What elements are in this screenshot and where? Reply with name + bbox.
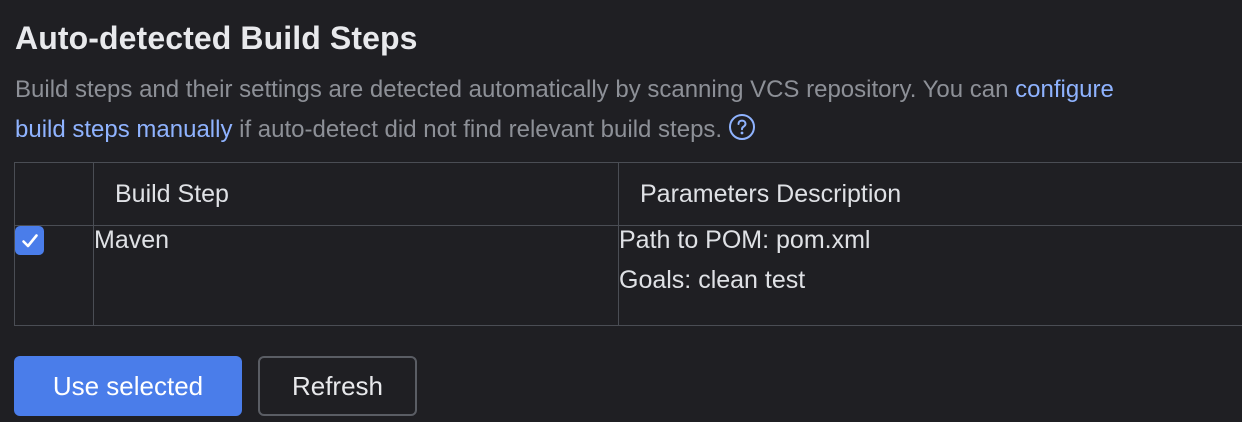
refresh-button[interactable]: Refresh	[258, 356, 417, 416]
build-steps-table: Build Step Parameters Description Maven …	[14, 162, 1242, 326]
column-header-select	[14, 162, 94, 226]
param-pom-path: Path to POM: pom.xml	[619, 226, 871, 254]
use-selected-button[interactable]: Use selected	[14, 356, 242, 416]
description: Build steps and their settings are detec…	[15, 70, 1242, 150]
description-prefix: Build steps and their settings are detec…	[15, 76, 1016, 103]
description-line-2: build steps manually if auto-detect did …	[15, 110, 1242, 150]
page-title: Auto-detected Build Steps	[15, 20, 418, 56]
build-step-name: Maven	[93, 225, 619, 326]
build-steps-manually-link[interactable]: build steps manually	[15, 116, 232, 143]
row-checkbox[interactable]	[15, 226, 44, 255]
configure-link[interactable]: configure	[1015, 76, 1114, 103]
column-header-build-step: Build Step	[93, 162, 619, 226]
table-header-row: Build Step Parameters Description	[14, 162, 1242, 226]
description-suffix: if auto-detect did not find relevant bui…	[232, 116, 723, 143]
build-steps-panel: Auto-detected Build Steps Build steps an…	[0, 0, 1242, 422]
question-circle-icon[interactable]	[728, 113, 756, 141]
parameters-description: Path to POM: pom.xml Goals: clean test	[618, 225, 1242, 326]
param-goals: Goals: clean test	[619, 266, 806, 294]
checkmark-icon	[21, 233, 38, 247]
column-header-parameters: Parameters Description	[618, 162, 1242, 226]
table-row: Maven Path to POM: pom.xml Goals: clean …	[14, 225, 1242, 326]
row-checkbox-cell	[14, 225, 94, 326]
description-line-1: Build steps and their settings are detec…	[15, 70, 1242, 110]
